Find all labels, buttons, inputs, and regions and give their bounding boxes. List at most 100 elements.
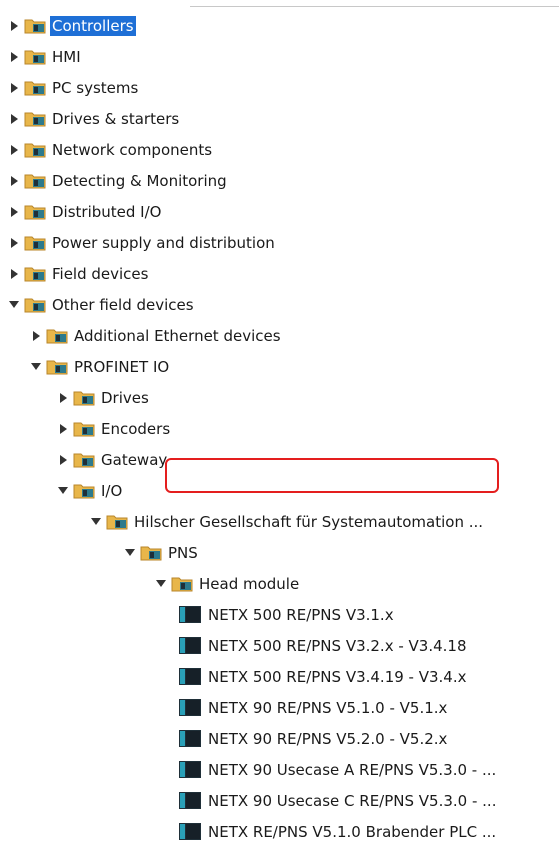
tree-item-label: PROFINET IO — [74, 357, 170, 376]
device-module-icon — [178, 729, 202, 748]
device-module-icon — [178, 822, 202, 841]
tree-item-label: Controllers — [50, 15, 136, 36]
expand-arrow-down-icon[interactable] — [91, 517, 101, 526]
folder-icon — [73, 389, 95, 406]
expand-arrow-right-icon[interactable] — [10, 83, 19, 93]
tree-item-label: NETX 500 RE/PNS V3.2.x - V3.4.18 — [208, 636, 467, 655]
expand-arrow-right-icon[interactable] — [32, 331, 41, 341]
tree-item[interactable]: NETX 500 RE/PNS V3.2.x - V3.4.18 — [0, 630, 559, 661]
tree-item[interactable]: Encoders — [0, 413, 559, 444]
expand-arrow-right-icon[interactable] — [10, 238, 19, 248]
folder-icon — [140, 544, 162, 561]
tree-item-label: Gateway — [101, 450, 168, 469]
tree-item-label: Field devices — [52, 264, 149, 283]
expand-arrow-down-icon[interactable] — [9, 300, 19, 309]
tree-item[interactable]: HMI — [0, 41, 559, 72]
folder-icon — [24, 48, 46, 65]
tree-item-label: Detecting & Monitoring — [52, 171, 227, 190]
tree-item-label: PC systems — [52, 78, 139, 97]
tree-item[interactable]: NETX 90 Usecase A RE/PNS V5.3.0 - ... — [0, 754, 559, 785]
tree-item-label: Head module — [199, 574, 300, 593]
tree-item[interactable]: NETX 90 RE/PNS V5.2.0 - V5.2.x — [0, 723, 559, 754]
tree-item-label: Network components — [52, 140, 213, 159]
tree-item[interactable]: NETX 90 RE/PNS V5.1.0 - V5.1.x — [0, 692, 559, 723]
tree-item[interactable]: Drives — [0, 382, 559, 413]
folder-icon — [24, 172, 46, 189]
folder-icon — [24, 141, 46, 158]
device-module-icon — [178, 605, 202, 624]
tree-item[interactable]: Drives & starters — [0, 103, 559, 134]
annotation-highlight-box — [165, 458, 499, 493]
tree-item[interactable]: Field devices — [0, 258, 559, 289]
tree-item-label: NETX 90 Usecase C RE/PNS V5.3.0 - ... — [208, 791, 497, 810]
tree-item[interactable]: Additional Ethernet devices — [0, 320, 559, 351]
tree-item-label: Distributed I/O — [52, 202, 162, 221]
folder-icon — [24, 234, 46, 251]
device-module-icon — [178, 667, 202, 686]
tree-item-label: NETX 90 RE/PNS V5.1.0 - V5.1.x — [208, 698, 448, 717]
tree-item[interactable]: PC systems — [0, 72, 559, 103]
tree-item[interactable]: Detecting & Monitoring — [0, 165, 559, 196]
folder-icon — [24, 17, 46, 34]
expand-arrow-down-icon[interactable] — [31, 362, 41, 371]
tree-item-label: Additional Ethernet devices — [74, 326, 281, 345]
tree-item[interactable]: NETX 500 RE/PNS V3.4.19 - V3.4.x — [0, 661, 559, 692]
tree-item-label: Encoders — [101, 419, 171, 438]
expand-arrow-right-icon[interactable] — [59, 455, 68, 465]
tree-item[interactable]: NETX 90 Usecase C RE/PNS V5.3.0 - ... — [0, 785, 559, 816]
tree-item[interactable]: NETX 500 RE/PNS V3.1.x — [0, 599, 559, 630]
device-module-icon — [178, 791, 202, 810]
folder-icon — [46, 358, 68, 375]
expand-arrow-right-icon[interactable] — [10, 21, 19, 31]
folder-icon — [24, 79, 46, 96]
folder-icon — [106, 513, 128, 530]
folder-icon — [24, 296, 46, 313]
expand-arrow-down-icon[interactable] — [156, 579, 166, 588]
tree-item-label: Drives — [101, 388, 149, 407]
expand-arrow-right-icon[interactable] — [10, 52, 19, 62]
tree-item-label: Power supply and distribution — [52, 233, 275, 252]
expand-arrow-right-icon[interactable] — [10, 207, 19, 217]
expand-arrow-down-icon[interactable] — [58, 486, 68, 495]
folder-icon — [73, 451, 95, 468]
tree-item-label: I/O — [101, 481, 123, 500]
folder-icon — [73, 420, 95, 437]
folder-icon — [24, 110, 46, 127]
expand-arrow-right-icon[interactable] — [10, 114, 19, 124]
tree-item-label: Other field devices — [52, 295, 194, 314]
expand-arrow-right-icon[interactable] — [59, 393, 68, 403]
tree-item-label: NETX RE/PNS V5.1.0 Brabender PLC ... — [208, 822, 497, 841]
tree-item-label: NETX 500 RE/PNS V3.1.x — [208, 605, 394, 624]
tree-item[interactable]: Head module — [0, 568, 559, 599]
tree-item[interactable]: Power supply and distribution — [0, 227, 559, 258]
tree-item-label: PNS — [168, 543, 198, 562]
device-module-icon — [178, 760, 202, 779]
device-module-icon — [178, 698, 202, 717]
tree-item[interactable]: Controllers — [0, 10, 559, 41]
tree-item-label: NETX 90 Usecase A RE/PNS V5.3.0 - ... — [208, 760, 497, 779]
expand-arrow-down-icon[interactable] — [125, 548, 135, 557]
folder-icon — [73, 482, 95, 499]
tree-item[interactable]: Hilscher Gesellschaft für Systemautomati… — [0, 506, 559, 537]
tree-item[interactable]: NETX RE/PNS V5.1.0 Brabender PLC ... — [0, 816, 559, 847]
expand-arrow-right-icon[interactable] — [10, 145, 19, 155]
expand-arrow-right-icon[interactable] — [59, 424, 68, 434]
tree-item-label: NETX 500 RE/PNS V3.4.19 - V3.4.x — [208, 667, 467, 686]
tree-item[interactable]: Network components — [0, 134, 559, 165]
device-module-icon — [178, 636, 202, 655]
tree-item[interactable]: PROFINET IO — [0, 351, 559, 382]
expand-arrow-right-icon[interactable] — [10, 269, 19, 279]
panel-top-border — [190, 6, 559, 7]
folder-icon — [24, 265, 46, 282]
tree-item-label: NETX 90 RE/PNS V5.2.0 - V5.2.x — [208, 729, 448, 748]
tree-item-label: Drives & starters — [52, 109, 180, 128]
folder-icon — [24, 203, 46, 220]
folder-icon — [46, 327, 68, 344]
tree-item-label: HMI — [52, 47, 81, 66]
tree-item[interactable]: Distributed I/O — [0, 196, 559, 227]
expand-arrow-right-icon[interactable] — [10, 176, 19, 186]
folder-icon — [171, 575, 193, 592]
tree-item[interactable]: PNS — [0, 537, 559, 568]
tree-item[interactable]: Other field devices — [0, 289, 559, 320]
tree-item-label: Hilscher Gesellschaft für Systemautomati… — [134, 512, 484, 531]
